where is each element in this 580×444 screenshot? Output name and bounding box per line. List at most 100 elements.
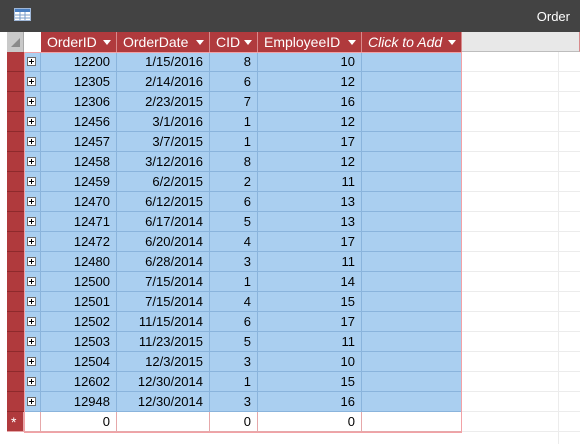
cell-orderdate[interactable]: 1/15/2016 [117,52,210,72]
cell-employeeid[interactable]: 15 [258,372,362,392]
expand-subdatasheet-button[interactable] [24,252,41,272]
cell-employeeid[interactable]: 13 [258,192,362,212]
record-selector[interactable] [7,392,24,412]
cell-employeeid[interactable]: 16 [258,92,362,112]
select-all-button[interactable] [7,32,24,52]
cell-orderdate[interactable]: 12/30/2014 [117,392,210,412]
cell-orderid[interactable]: 12457 [41,132,117,152]
table-row[interactable]: 12502 11/15/2014 6 17 [0,312,462,332]
cell-orderdate[interactable]: 11/23/2015 [117,332,210,352]
cell-orderid[interactable]: 12470 [41,192,117,212]
expand-subdatasheet-button[interactable] [24,312,41,332]
cell-click-to-add[interactable] [362,232,462,252]
record-selector[interactable] [7,192,24,212]
cell-employeeid[interactable]: 14 [258,272,362,292]
expand-subdatasheet-button[interactable] [24,132,41,152]
cell-orderdate[interactable]: 3/7/2015 [117,132,210,152]
cell-orderid[interactable]: 12500 [41,272,117,292]
cell-orderid[interactable]: 12948 [41,392,117,412]
cell-orderid[interactable]: 12456 [41,112,117,132]
cell-cid[interactable]: 4 [210,292,258,312]
cell-click-to-add[interactable] [362,372,462,392]
cell-orderdate[interactable]: 6/12/2015 [117,192,210,212]
cell-orderdate[interactable]: 3/12/2016 [117,152,210,172]
dropdown-arrow-icon[interactable] [347,37,357,47]
cell-cid[interactable]: 5 [210,332,258,352]
cell-orderdate[interactable]: 6/28/2014 [117,252,210,272]
expand-subdatasheet-button[interactable] [24,392,41,412]
cell-click-to-add[interactable] [362,272,462,292]
new-cell-cid[interactable]: 0 [210,412,258,432]
expand-subdatasheet-button[interactable] [24,172,41,192]
cell-orderid[interactable]: 12305 [41,72,117,92]
cell-cid[interactable]: 6 [210,192,258,212]
table-row[interactable]: 12200 1/15/2016 8 10 [0,52,462,72]
dropdown-arrow-icon[interactable] [447,37,457,47]
column-header-employeeid[interactable]: EmployeeID [258,32,362,52]
table-row[interactable]: 12458 3/12/2016 8 12 [0,152,462,172]
table-row[interactable]: 12459 6/2/2015 2 11 [0,172,462,192]
cell-orderid[interactable]: 12200 [41,52,117,72]
cell-click-to-add[interactable] [362,132,462,152]
new-cell-orderdate[interactable] [117,412,210,432]
cell-orderid[interactable]: 12480 [41,252,117,272]
record-selector[interactable] [7,312,24,332]
record-selector[interactable] [7,272,24,292]
dropdown-arrow-icon[interactable] [243,37,253,47]
record-selector[interactable] [7,372,24,392]
cell-employeeid[interactable]: 11 [258,172,362,192]
column-header-orderid[interactable]: OrderID [41,32,117,52]
expand-subdatasheet-button[interactable] [24,112,41,132]
table-row[interactable]: 12500 7/15/2014 1 14 [0,272,462,292]
cell-cid[interactable]: 2 [210,172,258,192]
cell-cid[interactable]: 1 [210,372,258,392]
cell-orderdate[interactable]: 2/23/2015 [117,92,210,112]
cell-click-to-add[interactable] [362,312,462,332]
cell-orderdate[interactable]: 6/20/2014 [117,232,210,252]
cell-orderid[interactable]: 12602 [41,372,117,392]
expand-subdatasheet-button[interactable] [24,232,41,252]
expand-subdatasheet-button[interactable] [24,92,41,112]
cell-click-to-add[interactable] [362,92,462,112]
dropdown-arrow-icon[interactable] [195,37,205,47]
cell-cid[interactable]: 8 [210,52,258,72]
record-selector[interactable] [7,92,24,112]
record-selector[interactable] [7,252,24,272]
table-row[interactable]: 12471 6/17/2014 5 13 [0,212,462,232]
cell-cid[interactable]: 4 [210,232,258,252]
table-row[interactable]: 12305 2/14/2016 6 12 [0,72,462,92]
cell-cid[interactable]: 1 [210,132,258,152]
cell-employeeid[interactable]: 17 [258,312,362,332]
cell-employeeid[interactable]: 12 [258,152,362,172]
table-row[interactable]: 12501 7/15/2014 4 15 [0,292,462,312]
cell-employeeid[interactable]: 16 [258,392,362,412]
cell-cid[interactable]: 3 [210,392,258,412]
table-row[interactable]: 12456 3/1/2016 1 12 [0,112,462,132]
table-row[interactable]: 12504 12/3/2015 3 10 [0,352,462,372]
column-header-click-to-add[interactable]: Click to Add [362,32,462,52]
cell-cid[interactable]: 5 [210,212,258,232]
cell-click-to-add[interactable] [362,392,462,412]
cell-orderdate[interactable]: 7/15/2014 [117,272,210,292]
table-row[interactable]: 12457 3/7/2015 1 17 [0,132,462,152]
expand-subdatasheet-button[interactable] [24,212,41,232]
record-selector[interactable] [7,332,24,352]
cell-orderid[interactable]: 12458 [41,152,117,172]
cell-employeeid[interactable]: 12 [258,72,362,92]
new-cell-click-to-add[interactable] [362,412,462,432]
record-selector[interactable] [7,152,24,172]
cell-cid[interactable]: 3 [210,352,258,372]
column-header-orderdate[interactable]: OrderDate [117,32,210,52]
cell-orderid[interactable]: 12501 [41,292,117,312]
expand-subdatasheet-button[interactable] [24,372,41,392]
table-row[interactable]: 12503 11/23/2015 5 11 [0,332,462,352]
cell-orderdate[interactable]: 2/14/2016 [117,72,210,92]
record-selector[interactable] [7,292,24,312]
cell-cid[interactable]: 8 [210,152,258,172]
record-selector[interactable] [7,72,24,92]
cell-click-to-add[interactable] [362,172,462,192]
expand-subdatasheet-button[interactable] [24,292,41,312]
new-record-selector[interactable]: * [7,412,24,432]
cell-click-to-add[interactable] [362,52,462,72]
new-record-row[interactable]: * 0 0 0 [0,412,462,432]
